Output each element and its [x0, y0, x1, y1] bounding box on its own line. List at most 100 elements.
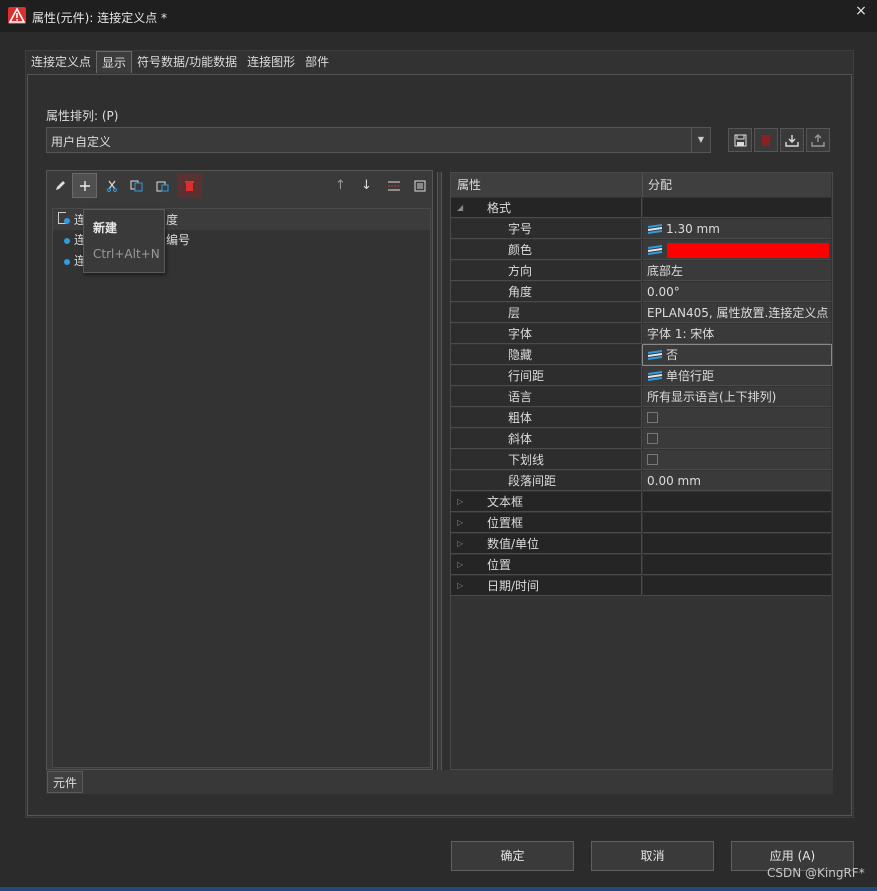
move-down-icon[interactable]: ↓	[354, 173, 379, 198]
property-value-cell[interactable]	[643, 534, 831, 554]
property-name-cell[interactable]: 下划线	[451, 450, 642, 470]
taskbar-strip	[0, 887, 877, 891]
tab-display[interactable]: 显示	[96, 51, 133, 73]
color-swatch[interactable]	[667, 243, 829, 258]
property-row[interactable]: 行间距 单倍行距	[451, 366, 831, 387]
property-row[interactable]: 方向 底部左	[451, 261, 831, 282]
copy-icon[interactable]	[124, 173, 149, 198]
property-value-cell[interactable]	[643, 408, 831, 428]
property-value-cell[interactable]	[643, 576, 831, 596]
property-value-cell[interactable]: 否	[642, 344, 832, 366]
tab-parts[interactable]: 部件	[300, 51, 334, 73]
column-header-value[interactable]: 分配	[642, 173, 672, 197]
save-icon[interactable]	[728, 128, 752, 152]
property-value-cell[interactable]	[643, 492, 831, 512]
expand-icon[interactable]: ▷	[457, 513, 463, 533]
property-value-cell[interactable]	[643, 513, 831, 533]
close-icon[interactable]: ×	[852, 2, 870, 20]
property-value-cell[interactable]: 1.30 mm	[643, 219, 831, 239]
column-header-property[interactable]: 属性	[451, 173, 643, 197]
property-category-row[interactable]: ◢ 格式	[451, 198, 831, 219]
property-category-row[interactable]: ▷ 位置	[451, 555, 831, 576]
cut-icon[interactable]	[99, 173, 124, 198]
property-name-cell[interactable]: ▷ 位置	[451, 555, 642, 575]
delete-entry-icon[interactable]	[177, 173, 202, 198]
property-arrangement-value: 用户自定义	[51, 135, 112, 149]
property-value-cell[interactable]: EPLAN405, 属性放置.连接定义点	[643, 303, 831, 323]
tab-connection-point[interactable]: 连接定义点	[26, 51, 96, 73]
checkbox[interactable]	[647, 454, 658, 465]
checkbox[interactable]	[647, 412, 658, 423]
property-row[interactable]: 下划线	[451, 450, 831, 471]
move-up-icon[interactable]: ↑	[328, 173, 353, 198]
property-name-cell[interactable]: 字体	[451, 324, 642, 344]
property-name-cell[interactable]: ▷ 文本框	[451, 492, 642, 512]
expand-icon[interactable]: ▷	[457, 576, 463, 596]
property-value-cell[interactable]: 字体 1: 宋体	[643, 324, 831, 344]
property-name-cell[interactable]: 层	[451, 303, 642, 323]
property-row[interactable]: 粗体	[451, 408, 831, 429]
property-row[interactable]: 角度 0.00°	[451, 282, 831, 303]
property-name-cell[interactable]: 斜体	[451, 429, 642, 449]
property-value-cell[interactable]: 单倍行距	[643, 366, 831, 386]
tab-connection-graphic[interactable]: 连接图形	[242, 51, 300, 73]
collapse-icon[interactable]: ◢	[457, 198, 463, 218]
expand-icon[interactable]: ▷	[457, 492, 463, 512]
tab-component[interactable]: 元件	[47, 771, 84, 793]
property-value-cell[interactable]: 所有显示语言(上下排列)	[643, 387, 831, 407]
property-row[interactable]: 段落间距 0.00 mm	[451, 471, 831, 492]
property-name-cell[interactable]: 字号	[451, 219, 642, 239]
property-row[interactable]: 颜色	[451, 240, 831, 261]
expand-icon[interactable]: ▷	[457, 534, 463, 554]
property-name-cell[interactable]: ▷ 位置框	[451, 513, 642, 533]
property-row[interactable]: 斜体	[451, 429, 831, 450]
property-category-row[interactable]: ▷ 数值/单位	[451, 534, 831, 555]
property-name-cell[interactable]: ◢ 格式	[451, 198, 642, 218]
property-name-cell[interactable]: 段落间距	[451, 471, 642, 491]
property-category-row[interactable]: ▷ 文本框	[451, 492, 831, 513]
property-category-row[interactable]: ▷ 位置框	[451, 513, 831, 534]
property-name-cell[interactable]: 方向	[451, 261, 642, 281]
property-category-row[interactable]: ▷ 日期/时间	[451, 576, 831, 597]
property-value-cell[interactable]: 0.00°	[643, 282, 831, 302]
cancel-button[interactable]: 取消	[591, 841, 714, 871]
property-value-cell[interactable]	[643, 198, 831, 218]
property-name-cell[interactable]: 颜色	[451, 240, 642, 260]
property-name-cell[interactable]: 粗体	[451, 408, 642, 428]
checkbox[interactable]	[647, 433, 658, 444]
tab-symbol-data[interactable]: 符号数据/功能数据	[132, 51, 242, 73]
delete-icon[interactable]	[754, 128, 778, 152]
property-name-cell[interactable]: ▷ 日期/时间	[451, 576, 642, 596]
property-value-cell[interactable]	[643, 555, 831, 575]
property-name-cell[interactable]: 行间距	[451, 366, 642, 386]
ok-button[interactable]: 确定	[451, 841, 574, 871]
property-name-cell[interactable]: 角度	[451, 282, 642, 302]
property-row[interactable]: 字号 1.30 mm	[451, 219, 831, 240]
import-icon[interactable]	[780, 128, 804, 152]
export-icon[interactable]	[806, 128, 830, 152]
property-value-cell[interactable]	[643, 450, 831, 470]
paste-icon[interactable]	[150, 173, 175, 198]
expand-icon[interactable]: ▷	[457, 555, 463, 575]
property-value-cell[interactable]	[643, 429, 831, 449]
property-row[interactable]: 隐藏 否	[451, 344, 832, 366]
property-name-cell[interactable]: 语言	[451, 387, 642, 407]
property-value-cell[interactable]: 底部左	[643, 261, 831, 281]
pane-splitter[interactable]	[437, 172, 442, 770]
tree-list[interactable]	[52, 208, 431, 768]
bottom-tab-bar	[46, 770, 833, 794]
property-value-cell[interactable]	[643, 240, 831, 260]
property-row[interactable]: 字体 字体 1: 宋体	[451, 324, 831, 345]
property-arrangement-select[interactable]: 用户自定义 ▼	[46, 127, 711, 153]
add-icon[interactable]	[72, 173, 97, 198]
property-name-cell[interactable]: ▷ 数值/单位	[451, 534, 642, 554]
edit-icon[interactable]	[47, 173, 72, 198]
property-row[interactable]: 语言 所有显示语言(上下排列)	[451, 387, 831, 408]
frame-icon[interactable]	[407, 173, 432, 198]
split-icon[interactable]	[381, 173, 406, 198]
tooltip-title: 新建	[93, 221, 118, 235]
property-row[interactable]: 层 EPLAN405, 属性放置.连接定义点	[451, 303, 831, 324]
property-name-cell[interactable]: 隐藏	[451, 345, 642, 365]
chevron-down-icon[interactable]: ▼	[691, 128, 710, 152]
property-value-cell[interactable]: 0.00 mm	[643, 471, 831, 491]
